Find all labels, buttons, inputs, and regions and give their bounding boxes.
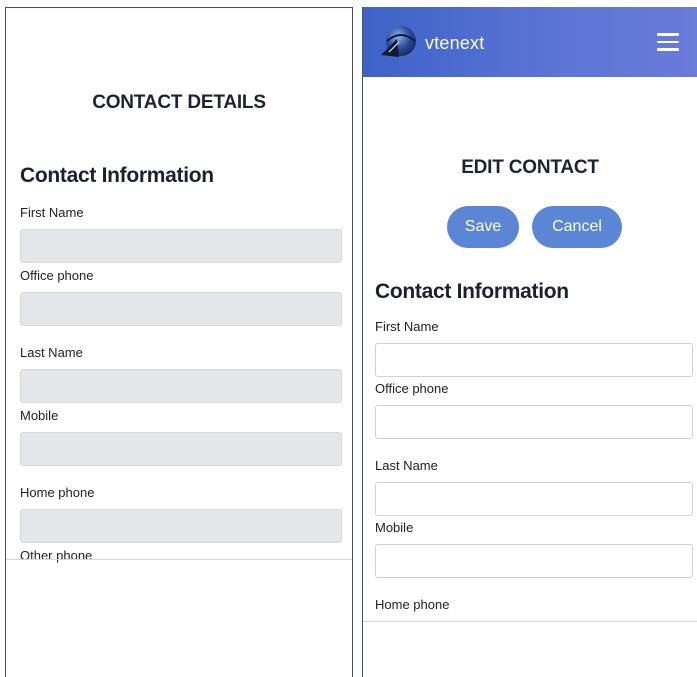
- section-title: Contact Information: [375, 280, 569, 303]
- section-title: Contact Information: [20, 164, 214, 187]
- first-name-input[interactable]: [375, 343, 693, 377]
- page-title: EDIT CONTACT: [461, 157, 599, 178]
- field-last-name: [20, 369, 342, 403]
- field-label-last-name: Last Name: [20, 345, 83, 360]
- field-label-last-name: Last Name: [375, 458, 438, 473]
- field-label-home-phone: Home phone: [375, 597, 450, 612]
- field-label-mobile: Mobile: [20, 408, 59, 423]
- globe-logo-icon: [381, 26, 416, 57]
- field-label-first-name: First Name: [375, 319, 439, 334]
- field-label-office-phone: Office phone: [375, 381, 449, 396]
- field-home-phone: [20, 509, 342, 543]
- field-label-mobile: Mobile: [375, 520, 414, 535]
- field-label-other-phone: Other phone: [20, 548, 93, 563]
- page-title: CONTACT DETAILS: [92, 92, 266, 113]
- field-office-phone: [20, 292, 342, 326]
- mobile-input[interactable]: [375, 544, 693, 578]
- save-button[interactable]: Save: [447, 206, 519, 248]
- hamburger-menu-icon[interactable]: [657, 33, 679, 51]
- edit-contact-panel: vtenext EDIT CONTACT Save Cancel Contact…: [362, 7, 697, 677]
- divider: [6, 559, 352, 560]
- app-header: vtenext: [363, 7, 697, 77]
- field-mobile: [20, 432, 342, 466]
- field-label-office-phone: Office phone: [20, 268, 94, 283]
- field-label-first-name: First Name: [20, 205, 84, 220]
- cancel-button[interactable]: Cancel: [532, 206, 622, 248]
- divider: [363, 621, 697, 622]
- field-first-name: [20, 229, 342, 263]
- contact-details-panel: CONTACT DETAILS Contact Information Firs…: [5, 7, 353, 677]
- office-phone-input[interactable]: [375, 405, 693, 439]
- brand-name: vtenext: [425, 33, 485, 53]
- field-label-home-phone: Home phone: [20, 485, 95, 500]
- last-name-input[interactable]: [375, 482, 693, 516]
